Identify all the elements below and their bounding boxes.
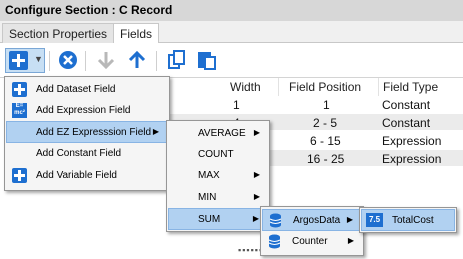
menu-item-add-expression-field[interactable]: E= mc² Add Expression Field [6,100,168,122]
menu-item-add-constant-field[interactable]: Add Constant Field [6,143,168,165]
menu-item-count[interactable]: COUNT [168,144,268,166]
menu-item-add-variable-field[interactable]: Add Variable Field [6,165,168,187]
ez-expression-submenu: AVERAGE ▶ COUNT MAX ▶ MIN ▶ SUM ▶ [166,120,270,232]
menu-item-totalcost[interactable]: 7.5 TotalCost [361,209,455,231]
toolbar-separator [156,51,157,71]
numeric-field-badge: 7.5 [366,213,383,227]
menu-item-counter[interactable]: Counter ▶ [262,231,362,253]
delete-button[interactable] [57,49,79,71]
database-icon [269,213,282,228]
tab-section-properties[interactable]: Section Properties [2,23,115,43]
menu-item-sum[interactable]: SUM ▶ [168,208,268,230]
expression-icon: E= mc² [12,103,27,118]
submenu-arrow-icon: ▶ [253,170,260,179]
cell-type[interactable]: Constant [382,116,430,130]
menu-item-add-ez-expression-field[interactable]: Add EZ Expresssion Field ▶ [6,121,168,143]
submenu-arrow-icon: ▶ [253,192,260,201]
submenu-arrow-icon: ▶ [347,236,354,245]
chevron-down-icon: ▼ [34,54,43,64]
argosdata-submenu: 7.5 TotalCost [359,207,457,233]
submenu-arrow-icon: ▶ [152,127,159,136]
menu-item-argosdata[interactable]: ArgosData ▶ [262,209,362,231]
tab-bar: Section Properties Fields [0,21,463,44]
paste-icon [198,52,216,70]
database-icon [268,234,281,249]
grid-header-width[interactable]: Width [167,78,261,96]
cell-width[interactable]: 1 [233,98,240,112]
window-title: Configure Section : C Record [0,0,463,21]
copy-icon [168,50,185,69]
delete-icon [59,51,77,69]
toolbar-separator [85,51,86,71]
cell-type[interactable]: Expression [382,134,441,148]
toolbar: ▼ [0,43,463,77]
move-up-button[interactable] [126,49,148,71]
cell-type[interactable]: Expression [382,152,441,166]
cell-position[interactable]: 6 - 15 [310,134,341,148]
sum-submenu: ArgosData ▶ Counter ▶ [260,206,364,256]
plus-icon [12,82,27,97]
copy-button[interactable] [166,49,188,71]
cell-position[interactable]: 16 - 25 [307,152,344,166]
toolbar-separator [49,51,50,71]
menu-item-add-dataset-field[interactable]: Add Dataset Field [6,79,168,101]
cell-position[interactable]: 2 - 5 [313,116,337,130]
arrow-down-icon [97,52,115,70]
menu-item-min[interactable]: MIN ▶ [168,187,268,209]
paste-button[interactable] [196,49,218,71]
tab-fields[interactable]: Fields [113,23,160,44]
arrow-up-icon [128,50,146,68]
submenu-arrow-icon: ▶ [346,215,353,224]
grid-header-field-position[interactable]: Field Position [278,78,378,96]
menu-item-max[interactable]: MAX ▶ [168,165,268,187]
submenu-arrow-icon: ▶ [252,214,259,223]
move-down-button[interactable] [95,49,117,71]
plus-icon [12,168,27,183]
menu-item-average[interactable]: AVERAGE ▶ [168,123,268,145]
cell-type[interactable]: Constant [382,98,430,112]
cell-position[interactable]: 1 [323,98,330,112]
plus-icon [9,51,28,70]
grid-header-field-type[interactable]: Field Type [378,78,463,96]
add-field-menu: Add Dataset Field E= mc² Add Expression F… [4,76,170,191]
add-field-button[interactable]: ▼ [5,48,45,73]
submenu-arrow-icon: ▶ [253,128,260,137]
